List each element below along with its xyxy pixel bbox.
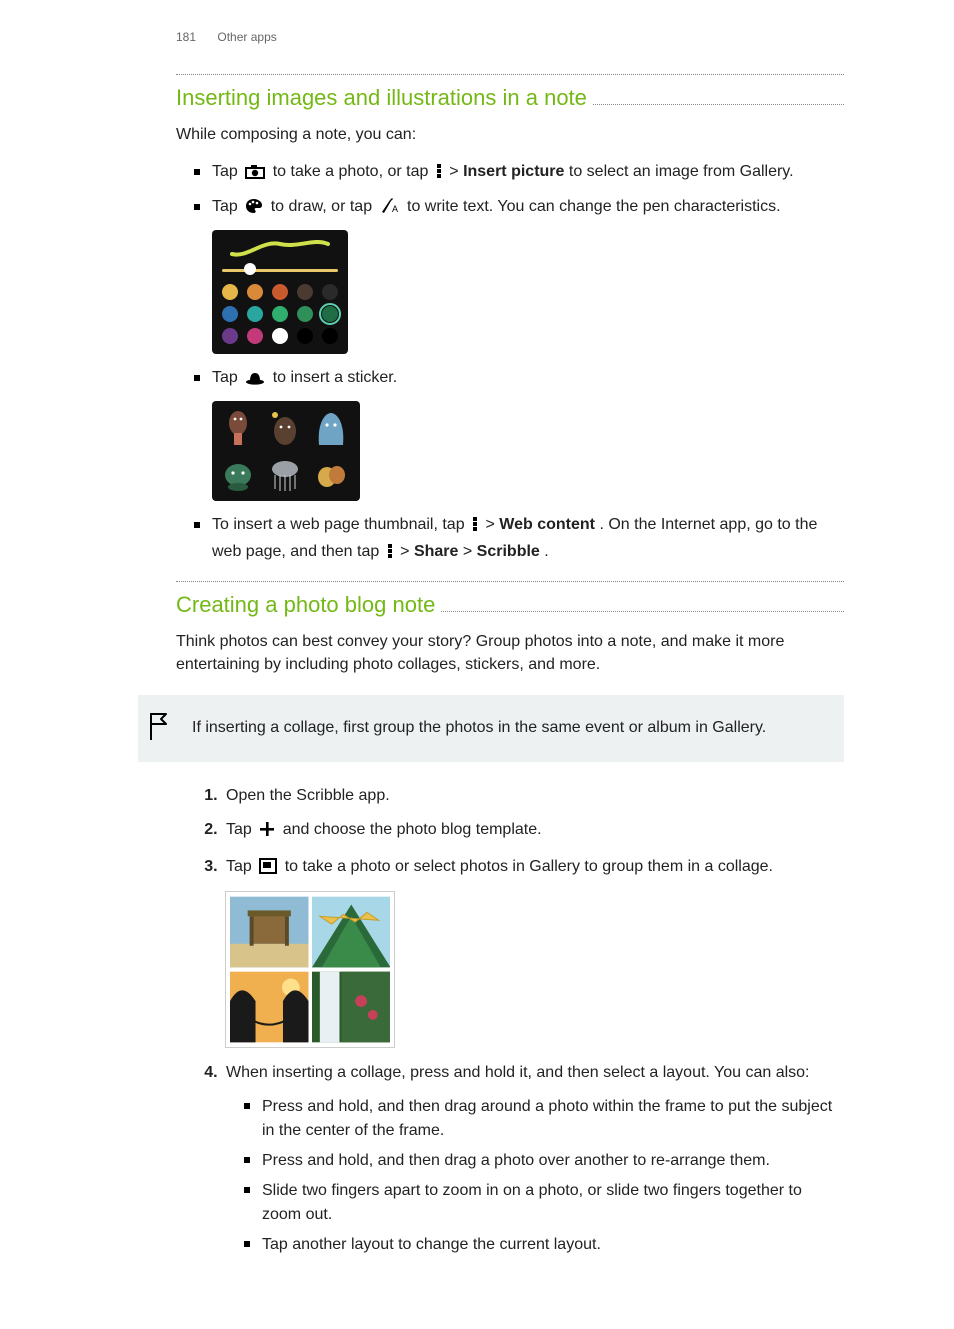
color-swatch xyxy=(272,284,288,300)
dotted-fill xyxy=(441,611,844,612)
sticker-thumb xyxy=(267,455,303,493)
photo-frame-icon xyxy=(259,858,277,882)
dotted-fill xyxy=(593,104,844,105)
more-vert-icon xyxy=(436,163,442,187)
color-swatch xyxy=(322,284,338,300)
color-swatch xyxy=(247,328,263,344)
list-item: To insert a web page thumbnail, tap > We… xyxy=(212,513,844,567)
color-swatch xyxy=(297,284,313,300)
menu-path-web-content: Web content xyxy=(499,516,595,533)
sticker-thumb xyxy=(267,409,303,447)
list-item: Tap to draw, or tap A to write text. You… xyxy=(212,195,844,354)
sticker-thumb xyxy=(313,409,349,447)
bullet-list: Tap to take a photo, or tap > Insert pic… xyxy=(176,160,844,567)
section-heading: Creating a photo blog note xyxy=(176,592,844,618)
color-swatch xyxy=(247,306,263,322)
menu-path-insert-picture: Insert picture xyxy=(463,163,564,180)
color-swatch xyxy=(222,306,238,322)
list-item: Press and hold, and then drag around a p… xyxy=(262,1095,844,1143)
brush-stroke xyxy=(220,238,340,260)
list-item: Slide two fingers apart to zoom in on a … xyxy=(262,1179,844,1227)
color-grid xyxy=(220,284,340,344)
color-swatch xyxy=(272,328,288,344)
callout-text: If inserting a collage, first group the … xyxy=(192,719,826,737)
note-callout: If inserting a collage, first group the … xyxy=(138,695,844,762)
list-item: Press and hold, and then drag a photo ov… xyxy=(262,1149,844,1173)
color-swatch xyxy=(272,306,288,322)
color-swatch xyxy=(222,284,238,300)
section-title: Inserting images and illustrations in a … xyxy=(176,85,593,111)
page-number: 181 xyxy=(176,30,196,44)
step-item: Open the Scribble app. xyxy=(222,784,844,808)
intro-text: While composing a note, you can: xyxy=(176,123,844,146)
intro-text: Think photos can best convey your story?… xyxy=(176,630,844,676)
color-swatch xyxy=(247,284,263,300)
step-item: When inserting a collage, press and hold… xyxy=(222,1061,844,1257)
collage-thumb xyxy=(312,896,391,968)
collage-thumb xyxy=(230,896,309,968)
color-swatch xyxy=(297,328,313,344)
pen-text-icon: A xyxy=(380,198,400,222)
sticker-grid-illustration xyxy=(212,401,360,501)
photo-collage-illustration xyxy=(226,892,394,1047)
color-swatch xyxy=(322,306,338,322)
color-swatch xyxy=(222,328,238,344)
color-swatch xyxy=(322,328,338,344)
section-title: Creating a photo blog note xyxy=(176,592,441,618)
ordered-steps: Open the Scribble app. Tap and choose th… xyxy=(176,784,844,1257)
divider xyxy=(176,74,844,75)
section-heading: Inserting images and illustrations in a … xyxy=(176,85,844,111)
paint-palette-icon xyxy=(245,198,263,222)
color-swatch xyxy=(297,306,313,322)
more-vert-icon xyxy=(472,516,478,540)
brush-size-slider xyxy=(220,262,340,276)
sub-bullet-list: Press and hold, and then drag around a p… xyxy=(226,1095,844,1257)
step-item: Tap and choose the photo blog template. xyxy=(222,818,844,845)
plus-icon xyxy=(259,821,275,845)
step-item: Tap to take a photo or select photos in … xyxy=(222,855,844,1047)
sticker-thumb xyxy=(220,409,256,447)
menu-path-scribble: Scribble xyxy=(477,543,540,560)
sticker-thumb xyxy=(313,455,349,493)
sticker-hat-icon xyxy=(245,369,265,393)
camera-icon xyxy=(245,163,265,187)
flag-icon xyxy=(146,711,174,746)
svg-text:A: A xyxy=(392,204,398,214)
list-item: Tap to insert a sticker. xyxy=(212,366,844,501)
pen-palette-illustration xyxy=(212,230,348,354)
page: 181 Other apps Inserting images and illu… xyxy=(0,0,954,1329)
collage-thumb xyxy=(230,971,309,1043)
list-item: Tap another layout to change the current… xyxy=(262,1233,844,1257)
sticker-thumb xyxy=(220,455,256,493)
list-item: Tap to take a photo, or tap > Insert pic… xyxy=(212,160,844,187)
section-name: Other apps xyxy=(217,30,276,44)
divider xyxy=(176,581,844,582)
more-vert-icon xyxy=(387,543,393,567)
collage-thumb xyxy=(312,971,391,1043)
page-header: 181 Other apps xyxy=(176,30,844,44)
menu-path-share: Share xyxy=(414,543,458,560)
